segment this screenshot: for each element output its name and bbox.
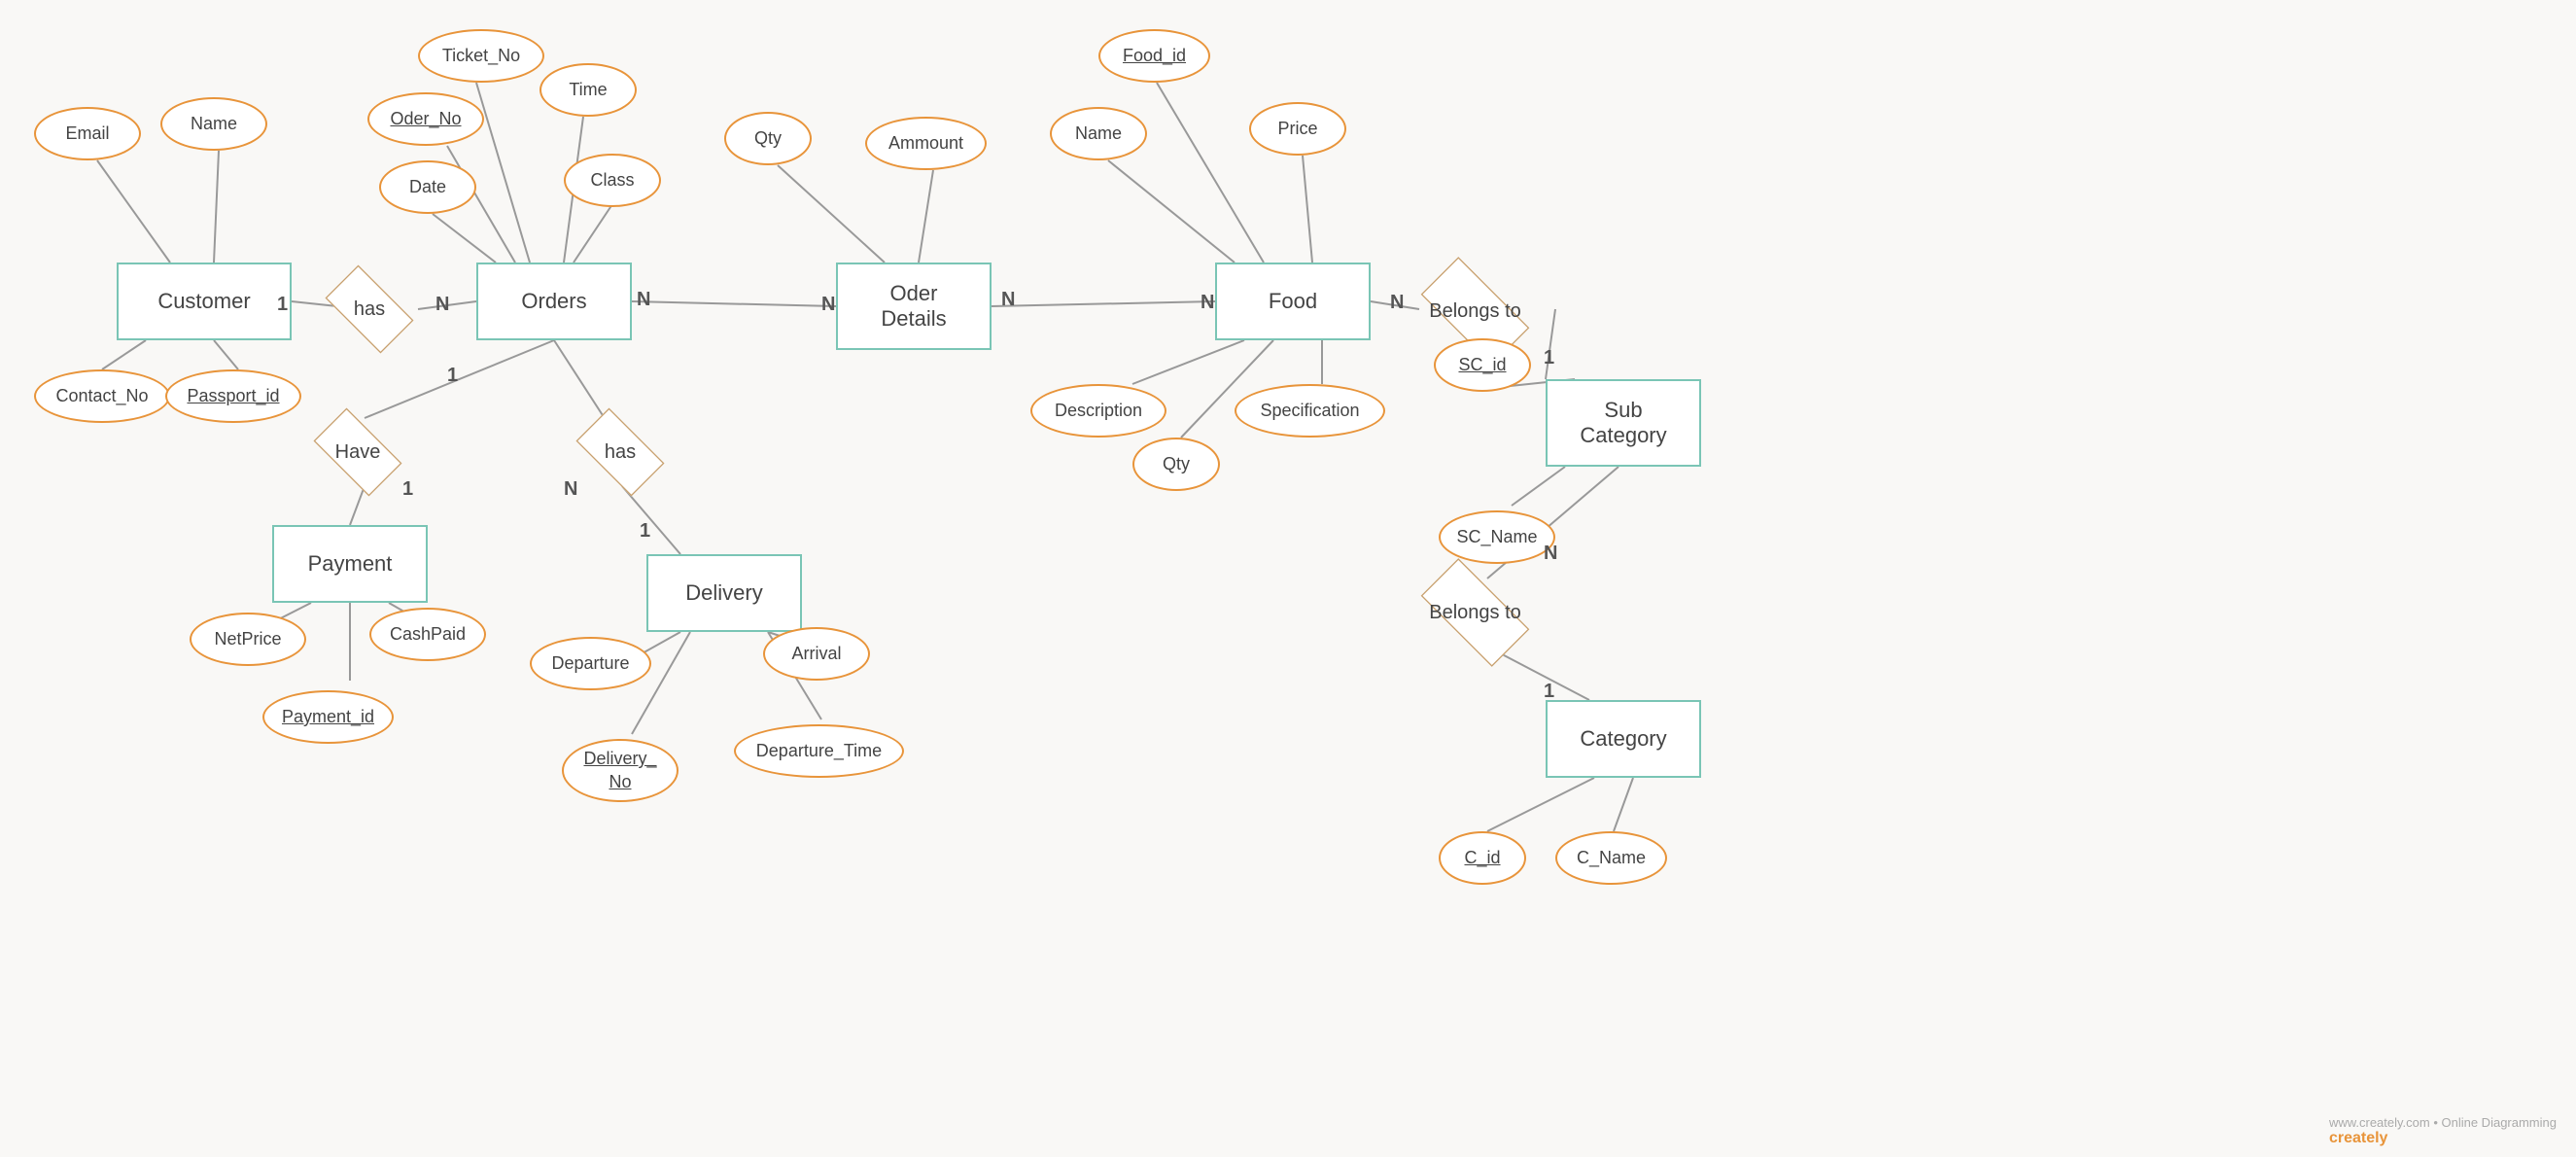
diamond-have-label: Have <box>335 441 381 464</box>
attr-departure-label: Departure <box>551 653 629 674</box>
attr-name-cust-label: Name <box>191 114 237 134</box>
attr-c-id: C_id <box>1439 831 1526 885</box>
attr-departure-time-label: Departure_Time <box>756 741 882 761</box>
attr-qty-food-label: Qty <box>1163 454 1190 474</box>
attr-cashpaid-label: CashPaid <box>390 624 466 645</box>
attr-time: Time <box>540 63 637 117</box>
attr-date: Date <box>379 160 476 214</box>
attr-payment-id: Payment_id <box>262 690 394 744</box>
diamond-belongs2-label: Belongs to <box>1429 602 1521 624</box>
watermark-brand: creately <box>2329 1130 2388 1146</box>
diagram-container: Customer Orders OderDetails Food Payment… <box>0 0 2576 1157</box>
attr-class-label: Class <box>590 170 634 191</box>
attr-c-name: C_Name <box>1555 831 1667 885</box>
attr-contact-no: Contact_No <box>34 369 170 423</box>
card-n-od-food2: N <box>1001 289 1015 311</box>
attr-email: Email <box>34 107 141 160</box>
diamond-belongs2: Belongs to <box>1400 574 1550 651</box>
entity-food-label: Food <box>1269 289 1317 314</box>
attr-class: Class <box>564 154 661 207</box>
attr-c-name-label: C_Name <box>1577 848 1646 868</box>
attr-departure: Departure <box>530 637 651 690</box>
watermark: www.creately.com • Online Diagramming cr… <box>2329 1115 2557 1147</box>
attr-ammount-label: Ammount <box>888 133 963 154</box>
attr-time-label: Time <box>569 80 607 100</box>
attr-netprice: NetPrice <box>190 613 306 666</box>
attr-contact-no-label: Contact_No <box>55 386 148 406</box>
attr-qty-food: Qty <box>1132 438 1220 491</box>
attr-payment-id-label: Payment_id <box>282 707 374 727</box>
entity-sub-category-label: SubCategory <box>1580 398 1666 448</box>
card-1-bt1-sub: 1 <box>1544 347 1554 369</box>
diamond-belongs1-label: Belongs to <box>1429 300 1521 323</box>
card-n-ord-has2: N <box>564 478 577 501</box>
attr-oder-no-label: Oder_No <box>390 109 461 129</box>
entity-sub-category: SubCategory <box>1546 379 1701 467</box>
attr-arrival-label: Arrival <box>791 644 841 664</box>
attr-specification: Specification <box>1235 384 1385 438</box>
card-n-od-food: N <box>821 294 835 316</box>
card-1-bt2-cat: 1 <box>1544 681 1554 703</box>
diamond-has2: has <box>562 418 679 486</box>
card-1-cust-has: 1 <box>277 294 288 316</box>
attr-cashpaid: CashPaid <box>369 608 486 661</box>
attr-food-id: Food_id <box>1098 29 1210 83</box>
entity-category-label: Category <box>1580 726 1666 752</box>
entity-category: Category <box>1546 700 1701 778</box>
attr-departure-time: Departure_Time <box>734 724 904 778</box>
attr-description-label: Description <box>1055 401 1142 421</box>
entity-orders-label: Orders <box>521 289 586 314</box>
attr-delivery-no: Delivery_No <box>562 739 679 802</box>
card-n-ord-od: N <box>637 289 650 311</box>
attr-name-cust: Name <box>160 97 267 151</box>
attr-description: Description <box>1030 384 1166 438</box>
attr-price: Price <box>1249 102 1346 156</box>
entity-payment-label: Payment <box>308 551 393 577</box>
attr-food-id-label: Food_id <box>1123 46 1186 66</box>
entity-payment: Payment <box>272 525 428 603</box>
diamond-has1: has <box>311 275 428 343</box>
attr-passport-id-label: Passport_id <box>187 386 279 406</box>
attr-sc-name: SC_Name <box>1439 510 1555 564</box>
attr-ticket-no-label: Ticket_No <box>442 46 520 66</box>
entity-orders: Orders <box>476 263 632 340</box>
attr-qty-od: Qty <box>724 112 812 165</box>
card-n-food-bt: N <box>1201 292 1214 314</box>
card-1-have-pay: 1 <box>402 478 413 501</box>
entity-customer-label: Customer <box>157 289 250 314</box>
attr-oder-no: Oder_No <box>367 92 484 146</box>
entity-delivery-label: Delivery <box>685 580 762 606</box>
attr-name-food-label: Name <box>1075 123 1122 144</box>
card-1-has2-del: 1 <box>640 520 650 543</box>
attr-c-id-label: C_id <box>1464 848 1500 868</box>
entity-oder-details: OderDetails <box>836 263 992 350</box>
entity-delivery: Delivery <box>646 554 802 632</box>
attr-passport-id: Passport_id <box>165 369 301 423</box>
entity-food: Food <box>1215 263 1371 340</box>
card-1-ord-have: 1 <box>447 365 458 387</box>
attr-specification-label: Specification <box>1260 401 1359 421</box>
attr-qty-od-label: Qty <box>754 128 782 149</box>
attr-sc-id-label: SC_id <box>1458 355 1506 375</box>
entity-customer: Customer <box>117 263 292 340</box>
attr-date-label: Date <box>409 177 446 197</box>
entity-oder-details-label: OderDetails <box>881 281 946 332</box>
attr-ticket-no: Ticket_No <box>418 29 544 83</box>
attr-email-label: Email <box>65 123 109 144</box>
diamond-has1-label: has <box>354 298 385 321</box>
attr-netprice-label: NetPrice <box>214 629 281 649</box>
watermark-text: www.creately.com • Online Diagramming <box>2329 1115 2557 1130</box>
card-n-bt1: N <box>1390 292 1404 314</box>
diamond-has2-label: has <box>605 441 636 464</box>
card-n-has-ord: N <box>435 294 449 316</box>
attr-sc-id: SC_id <box>1434 338 1531 392</box>
card-n-sub-bt2: N <box>1544 543 1557 565</box>
attr-delivery-no-label: Delivery_No <box>583 748 656 793</box>
attr-price-label: Price <box>1277 119 1317 139</box>
diamond-have: Have <box>299 418 416 486</box>
attr-arrival: Arrival <box>763 627 870 681</box>
attr-name-food: Name <box>1050 107 1147 160</box>
attr-ammount: Ammount <box>865 117 987 170</box>
attr-sc-name-label: SC_Name <box>1456 527 1537 547</box>
